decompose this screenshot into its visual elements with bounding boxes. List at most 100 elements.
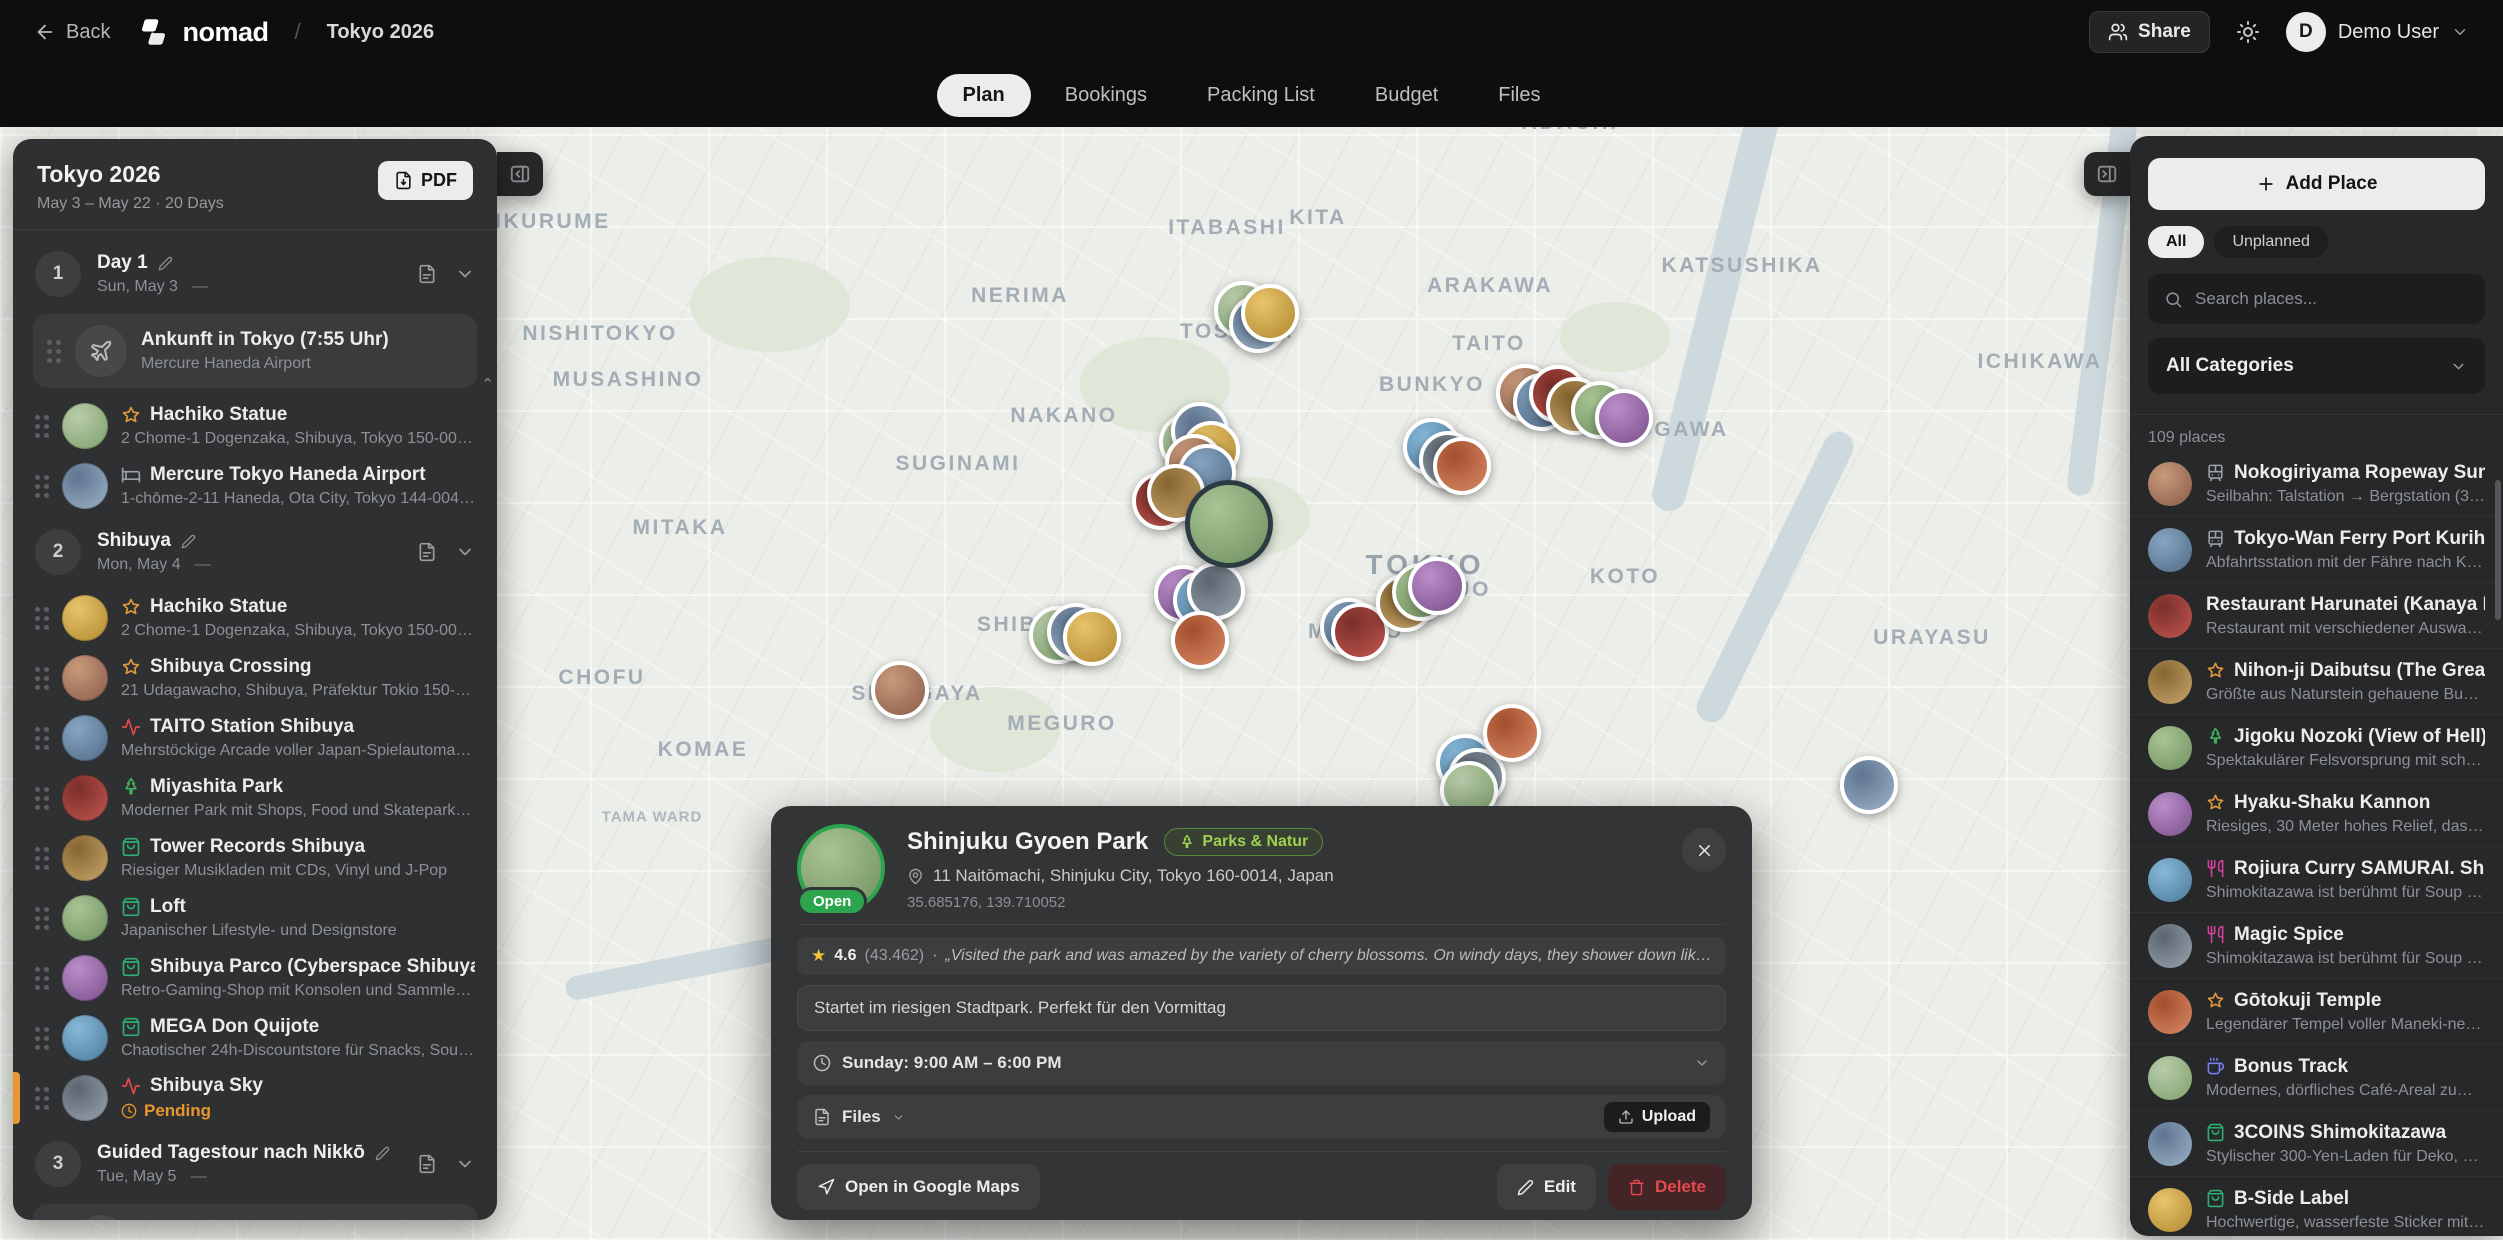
map-marker[interactable] xyxy=(1241,284,1299,342)
drag-handle-icon[interactable] xyxy=(35,1087,49,1110)
user-menu[interactable]: D Demo User xyxy=(2286,12,2469,52)
itinerary-place-item[interactable]: Tower Records ShibuyaRiesiger Musikladen… xyxy=(33,828,477,888)
scrollbar-up-arrow[interactable]: ⌃ xyxy=(481,375,494,393)
top-bar-actions: Share D Demo User xyxy=(2089,11,2469,53)
place-list-item[interactable]: Restaurant Harunatei (Kanaya Po... Resta… xyxy=(2130,583,2503,649)
note-input[interactable] xyxy=(797,985,1726,1031)
place-list-item[interactable]: Gōtokuji Temple Legendärer Tempel voller… xyxy=(2130,979,2503,1045)
drag-handle-icon[interactable] xyxy=(35,907,49,930)
edit-button[interactable]: Edit xyxy=(1497,1164,1596,1210)
map-region-label: BUNKYO xyxy=(1379,373,1485,397)
scrollbar-thumb[interactable] xyxy=(2495,480,2501,620)
place-list-item[interactable]: Jigoku Nozoki (View of Hell) Spektakulär… xyxy=(2130,715,2503,781)
drag-handle-icon[interactable] xyxy=(35,967,49,990)
itinerary-place-item[interactable]: Hachiko Statue2 Chome-1 Dogenzaka, Shibu… xyxy=(33,588,477,648)
drag-handle-icon[interactable] xyxy=(47,340,61,363)
drag-handle-icon[interactable] xyxy=(35,415,49,438)
add-place-button[interactable]: Add Place xyxy=(2148,158,2485,210)
nomad-logo-icon xyxy=(136,15,170,49)
itinerary-event-card[interactable]: Ankunft in Tokyo (7:55 Uhr) Mercure Hane… xyxy=(33,314,477,388)
files-row[interactable]: Files Upload xyxy=(797,1095,1726,1139)
itinerary-place-item[interactable]: Shibuya Parco (Cyberspace Shibuya)Retro-… xyxy=(33,948,477,1008)
map-marker[interactable] xyxy=(1063,608,1121,666)
export-pdf-button[interactable]: PDF xyxy=(378,161,473,200)
map-region-label: KATSUSHIKA xyxy=(1661,254,1822,278)
drag-handle-icon[interactable] xyxy=(35,475,49,498)
filter-pill-unplanned[interactable]: Unplanned xyxy=(2214,226,2327,258)
pencil-icon[interactable] xyxy=(375,1146,390,1161)
place-list-item[interactable]: Tokyo-Wan Ferry Port Kuriha... Abfahrtss… xyxy=(2130,517,2503,583)
map-marker[interactable] xyxy=(1408,557,1466,615)
itinerary-place-item[interactable]: Shibuya Crossing21 Udagawacho, Shibuya, … xyxy=(33,648,477,708)
breadcrumb-trip-title: Tokyo 2026 xyxy=(327,21,434,44)
itinerary-place-item[interactable]: TAITO Station ShibuyaMehrstöckige Arcade… xyxy=(33,708,477,768)
day-notes-icon[interactable] xyxy=(417,264,437,284)
drag-handle-icon[interactable] xyxy=(35,727,49,750)
drag-handle-icon[interactable] xyxy=(35,787,49,810)
category-label: All Categories xyxy=(2166,355,2294,377)
place-list-item[interactable]: Nokogiriyama Ropeway Sum... Seilbahn: Ta… xyxy=(2130,451,2503,517)
place-thumbnail xyxy=(62,1075,108,1121)
itinerary-place-item[interactable]: LoftJapanischer Lifestyle- und Designsto… xyxy=(33,888,477,948)
tab-packing-list[interactable]: Packing List xyxy=(1181,74,1341,117)
rating-row[interactable]: ★ 4.6 (43.462) · „Visited the park and w… xyxy=(797,937,1726,975)
drag-handle-icon[interactable] xyxy=(35,1027,49,1050)
itinerary-place-item[interactable]: Hachiko Statue2 Chome-1 Dogenzaka, Shibu… xyxy=(33,396,477,456)
day-title: Guided Tagestour nach Nikkō xyxy=(97,1142,365,1164)
pencil-icon[interactable] xyxy=(181,534,196,549)
drag-handle-icon[interactable] xyxy=(35,667,49,690)
itinerary-place-item[interactable]: Shibuya SkyPending xyxy=(33,1068,477,1128)
chevron-down-icon[interactable] xyxy=(455,542,475,562)
drag-handle-icon[interactable] xyxy=(35,607,49,630)
close-popup-button[interactable] xyxy=(1682,828,1726,872)
tab-files[interactable]: Files xyxy=(1472,74,1566,117)
place-list-item[interactable]: 3COINS Shimokitazawa Stylischer 300-Yen-… xyxy=(2130,1111,2503,1177)
delete-button[interactable]: Delete xyxy=(1608,1164,1726,1210)
back-button[interactable]: Back xyxy=(34,21,110,44)
map-marker[interactable] xyxy=(1171,611,1229,669)
map-marker-selected[interactable] xyxy=(1185,480,1273,568)
theme-toggle-sun-icon[interactable] xyxy=(2236,20,2260,44)
open-google-maps-button[interactable]: Open in Google Maps xyxy=(797,1164,1040,1210)
drag-handle-icon[interactable] xyxy=(35,847,49,870)
place-list-item[interactable]: Magic Spice Shimokitazawa ist berühmt fü… xyxy=(2130,913,2503,979)
place-title: Shinjuku Gyoen Park xyxy=(907,828,1148,856)
map-marker[interactable] xyxy=(1483,704,1541,762)
tab-plan[interactable]: Plan xyxy=(937,74,1031,117)
brand-logo[interactable]: nomad xyxy=(136,15,268,49)
chevron-down-icon[interactable] xyxy=(455,264,475,284)
map-region-label: NAKANO xyxy=(1010,404,1117,428)
map-marker[interactable] xyxy=(1840,756,1898,814)
day-notes-icon[interactable] xyxy=(417,542,437,562)
day-header[interactable]: 1 Day 1 Sun, May 3— xyxy=(33,238,477,310)
place-list-item[interactable]: Nihon-ji Daibutsu (The Great ... Größte … xyxy=(2130,649,2503,715)
filter-pill-all[interactable]: All xyxy=(2148,226,2204,258)
collapse-left-panel-button[interactable] xyxy=(497,152,543,196)
itinerary-place-item[interactable]: MEGA Don QuijoteChaotischer 24h-Discount… xyxy=(33,1008,477,1068)
collapse-right-panel-button[interactable] xyxy=(2084,152,2130,196)
tab-bookings[interactable]: Bookings xyxy=(1039,74,1173,117)
place-list-item[interactable]: Hyaku-Shaku Kannon Riesiges, 30 Meter ho… xyxy=(2130,781,2503,847)
category-dropdown[interactable]: All Categories xyxy=(2148,338,2485,394)
map-marker[interactable] xyxy=(1433,437,1491,495)
share-button[interactable]: Share xyxy=(2089,11,2210,53)
place-list-item[interactable]: B-Side Label Hochwertige, wasserfeste St… xyxy=(2130,1177,2503,1236)
day-header[interactable]: 2 Shibuya Mon, May 4— xyxy=(33,516,477,588)
search-input[interactable] xyxy=(2195,289,2469,309)
map-marker[interactable] xyxy=(1595,389,1653,447)
chevron-down-icon[interactable] xyxy=(455,1154,475,1174)
upload-button[interactable]: Upload xyxy=(1604,1102,1710,1132)
itinerary-event-card[interactable]: Treffpunkt für Abreise (7:55 Uhr) Bus Te… xyxy=(33,1204,477,1220)
place-list-item[interactable]: Bonus Track Modernes, dörfliches Café-Ar… xyxy=(2130,1045,2503,1111)
map-marker[interactable] xyxy=(871,661,929,719)
map-river xyxy=(1691,427,1858,728)
pencil-icon[interactable] xyxy=(158,256,173,271)
itinerary-place-item[interactable]: Miyashita ParkModerner Park mit Shops, F… xyxy=(33,768,477,828)
opening-hours-row[interactable]: Sunday: 9:00 AM – 6:00 PM xyxy=(797,1041,1726,1085)
tab-budget[interactable]: Budget xyxy=(1349,74,1464,117)
place-thumbnail xyxy=(62,955,108,1001)
itinerary-place-item[interactable]: Mercure Tokyo Haneda Airport1-chōme-2-11… xyxy=(33,456,477,516)
day-header[interactable]: 3 Guided Tagestour nach Nikkō Tue, May 5… xyxy=(33,1128,477,1200)
place-list-item[interactable]: Rojiura Curry SAMURAI. Shim... Shimokita… xyxy=(2130,847,2503,913)
day-notes-icon[interactable] xyxy=(417,1154,437,1174)
